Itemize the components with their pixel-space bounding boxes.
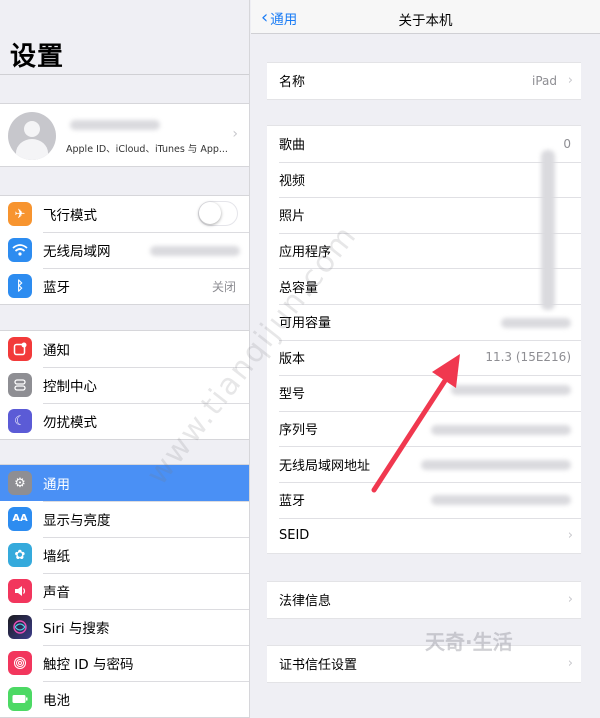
sidebar-item-general[interactable]: ⚙ 通用 xyxy=(0,465,249,501)
fingerprint-icon xyxy=(8,651,32,675)
row-seid[interactable]: SEID › xyxy=(267,517,581,554)
chevron-right-icon: › xyxy=(232,126,238,142)
certificate-group: 证书信任设置 › xyxy=(267,645,581,683)
general-group: ⚙ 通用 AA 显示与亮度 ✿ 墙纸 声音 Siri 与搜索 触控 ID 与密码… xyxy=(0,464,249,718)
airplane-mode-toggle[interactable] xyxy=(198,201,238,226)
chevron-right-icon: › xyxy=(567,73,573,89)
notifications-icon xyxy=(8,337,32,361)
gear-icon: ⚙ xyxy=(8,471,32,495)
display-icon: AA xyxy=(8,507,32,531)
wifi-icon xyxy=(8,238,32,262)
sidebar-item-siri-search[interactable]: Siri 与搜索 xyxy=(0,609,249,645)
bluetooth-status: 关闭 xyxy=(211,279,236,294)
row-photos: 照片 xyxy=(267,197,581,233)
control-center-icon xyxy=(8,373,32,397)
sidebar-item-touch-id-passcode[interactable]: 触控 ID 与密码 xyxy=(0,645,249,681)
sidebar-item-bluetooth[interactable]: ᛒ 蓝牙 关闭 xyxy=(0,268,249,304)
sidebar-item-wifi[interactable]: 无线局域网 xyxy=(0,232,249,268)
page-title: 关于本机 xyxy=(398,13,453,29)
legal-group: 法律信息 › xyxy=(267,581,581,619)
row-certificate-trust[interactable]: 证书信任设置 › xyxy=(267,646,581,682)
device-name-value: iPad xyxy=(531,73,557,88)
airplane-icon: ✈ xyxy=(8,202,32,226)
title-divider xyxy=(0,74,249,75)
siri-icon xyxy=(8,615,32,639)
connectivity-group: ✈ 飞行模式 无线局域网 ᛒ 蓝牙 关闭 xyxy=(0,195,249,305)
sound-icon xyxy=(8,579,32,603)
row-legal-info[interactable]: 法律信息 › xyxy=(267,582,581,618)
chevron-right-icon: › xyxy=(567,656,573,672)
row-videos: 视频 xyxy=(267,161,581,198)
chevron-right-icon: › xyxy=(567,527,573,543)
sidebar-item-display-brightness[interactable]: AA 显示与亮度 xyxy=(0,501,249,537)
avatar xyxy=(8,112,56,160)
navigation-bar: ‹ 通用 关于本机 xyxy=(251,0,600,34)
moon-icon: ☾ xyxy=(8,409,32,433)
sidebar-item-wallpaper[interactable]: ✿ 墙纸 xyxy=(0,537,249,573)
row-name[interactable]: 名称 iPad › xyxy=(267,63,581,99)
sidebar-item-sounds[interactable]: 声音 xyxy=(0,573,249,609)
battery-icon xyxy=(8,687,32,711)
bluetooth-icon: ᛒ xyxy=(8,274,32,298)
sidebar-title: 设置 xyxy=(10,42,65,72)
settings-sidebar: 设置 Apple ID、iCloud、iTunes 与 App... › ✈ 飞… xyxy=(0,0,250,718)
chevron-right-icon: › xyxy=(567,592,573,608)
sidebar-item-airplane-mode[interactable]: ✈ 飞行模式 xyxy=(0,196,249,232)
sidebar-item-notifications[interactable]: 通知 xyxy=(0,331,249,367)
apple-id-profile[interactable]: Apple ID、iCloud、iTunes 与 App... › xyxy=(0,103,249,167)
profile-subtitle: Apple ID、iCloud、iTunes 与 App... xyxy=(66,144,228,155)
row-songs: 歌曲 0 xyxy=(279,136,571,154)
version-value: 11.3 (15E216) xyxy=(485,350,571,365)
watermark-logo: 天奇·生活 xyxy=(425,630,513,654)
wallpaper-icon: ✿ xyxy=(8,543,32,567)
annotation-arrow xyxy=(371,354,460,493)
sidebar-item-battery[interactable]: 电池 xyxy=(0,681,249,717)
name-group: 名称 iPad › xyxy=(267,62,581,100)
